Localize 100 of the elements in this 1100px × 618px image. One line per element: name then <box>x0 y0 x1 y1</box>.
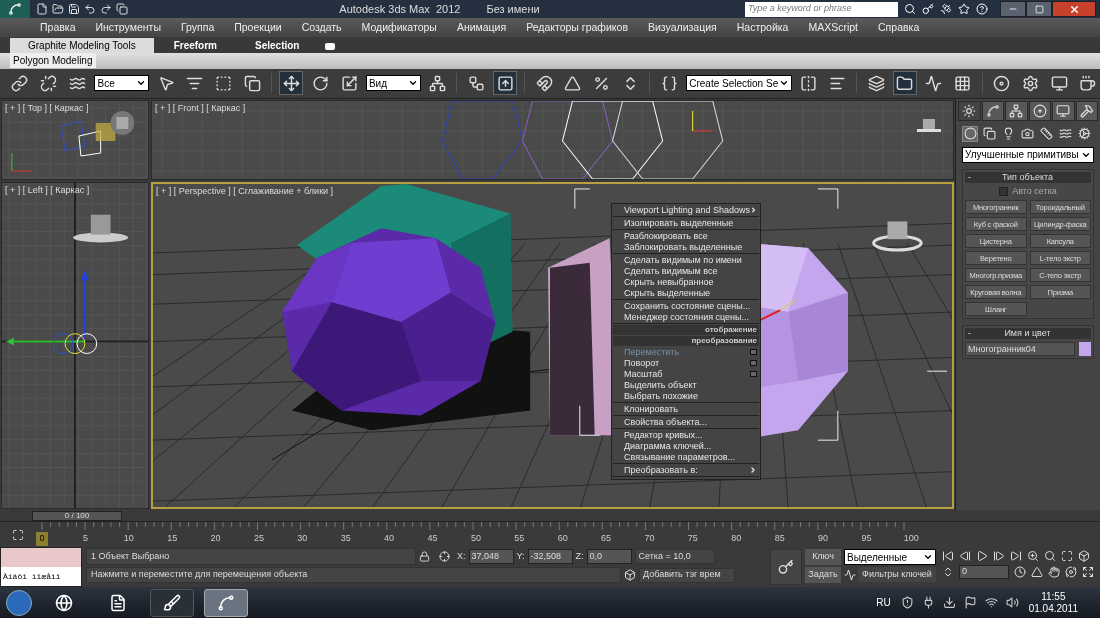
star-icon[interactable] <box>958 3 970 15</box>
coordinate-field[interactable]: -32,508 <box>527 549 573 565</box>
viewport[interactable]: [ + ] [ Front ] [ Каркас ] <box>151 99 954 180</box>
previous-frame-icon[interactable] <box>959 550 971 563</box>
context-menu-item[interactable]: Разблокировать все <box>613 230 759 242</box>
context-menu-item[interactable]: Сохранить состояние сцены... <box>613 300 759 312</box>
ribbon-tab[interactable]: Selection <box>237 37 318 53</box>
context-menu-item[interactable]: Редактор кривых... <box>613 429 759 441</box>
options-box-icon[interactable] <box>750 360 757 367</box>
zoom-extents-all-icon[interactable] <box>1078 550 1090 563</box>
menu-item[interactable]: Инструменты <box>95 19 161 36</box>
viewport[interactable]: [ + ] [ Top ] [ Каркас ] <box>1 99 149 180</box>
language-indicator[interactable]: RU <box>876 595 891 611</box>
volume-icon[interactable] <box>1005 596 1019 610</box>
key-mode-icon[interactable] <box>942 566 954 579</box>
menu-item[interactable]: Правка <box>40 19 76 36</box>
help-icon[interactable] <box>976 3 988 15</box>
rollout-header[interactable]: - Имя и цвет <box>965 328 1091 340</box>
object-name-field[interactable]: Многогранник04 <box>965 342 1075 357</box>
command-panel-tab[interactable] <box>1005 100 1028 121</box>
command-panel-tab[interactable] <box>981 100 1004 121</box>
viewport-label[interactable]: [ + ] [ Perspective ] [ Сглаживание + блики ] <box>156 184 334 199</box>
context-menu-item[interactable]: Диаграмма ключей... <box>613 440 759 452</box>
tangent-icon[interactable] <box>844 568 856 581</box>
context-menu-item[interactable]: Viewport Lighting and Shadows <box>613 204 759 216</box>
go-to-end-icon[interactable] <box>1010 550 1022 563</box>
zoom-icon[interactable] <box>1027 550 1039 563</box>
add-time-tag-button[interactable]: Добавить тэг врем <box>639 567 735 583</box>
menu-item[interactable]: Настройка <box>736 19 789 36</box>
cube-icon[interactable] <box>624 569 636 582</box>
current-frame-field[interactable]: 0 <box>959 565 1009 580</box>
zoom-all-icon[interactable] <box>1044 550 1056 563</box>
context-menu-item[interactable]: Скрыть выделенные <box>613 287 759 299</box>
menu-item[interactable]: Группа <box>180 19 215 36</box>
dropdown[interactable]: Вид <box>365 75 421 92</box>
key-icon[interactable] <box>922 3 934 15</box>
dropdown[interactable]: Create Selection Se <box>686 75 792 92</box>
context-menu-item[interactable]: Сделать видимым по имени <box>613 254 759 266</box>
taskbar-app-button[interactable] <box>204 588 248 617</box>
toolbar-button[interactable] <box>279 71 304 96</box>
context-menu-item[interactable]: Масштаб <box>613 368 759 380</box>
lock-icon[interactable] <box>419 551 430 563</box>
menu-item[interactable]: Анимация <box>456 19 507 36</box>
color-swatch[interactable] <box>1079 342 1091 357</box>
viewport-label[interactable]: [ + ] [ Front ] [ Каркас ] <box>155 101 246 116</box>
set-key-mode-button[interactable] <box>770 549 802 586</box>
context-menu-item[interactable]: Свойства объекта... <box>613 416 759 428</box>
maximize-button[interactable] <box>1026 1 1052 17</box>
next-frame-icon[interactable] <box>993 550 1005 563</box>
context-menu-item[interactable]: Выделить объект <box>613 379 759 391</box>
shield-icon[interactable] <box>900 596 914 610</box>
app-logo-button[interactable] <box>0 0 30 18</box>
minimize-button[interactable] <box>1000 1 1026 17</box>
taskbar-app-button[interactable] <box>150 588 194 617</box>
viewport[interactable]: [ + ] [ Left ] [ Каркас ] <box>1 181 149 510</box>
play-icon[interactable] <box>976 550 988 563</box>
menu-item[interactable]: Модификаторы <box>361 19 437 36</box>
context-menu-item[interactable]: Скрыть невыбранное <box>613 276 759 288</box>
command-panel-tab[interactable] <box>1028 100 1051 121</box>
new-file-icon[interactable] <box>36 3 48 15</box>
ribbon-tab[interactable]: Freeform <box>155 37 235 53</box>
absolute-mode-icon[interactable] <box>439 551 450 563</box>
orbit-icon[interactable] <box>1065 566 1077 579</box>
redo-icon[interactable] <box>100 3 112 15</box>
auto-key-button[interactable]: Ключ <box>805 549 841 566</box>
rollout-header[interactable]: - Тип объекта <box>965 171 1091 183</box>
context-menu-item[interactable]: Изолировать выделенные <box>613 217 759 229</box>
clock[interactable]: 11:55 01.04.2011 <box>1028 590 1078 615</box>
dropdown[interactable]: Выделенные <box>844 549 936 566</box>
context-menu-item[interactable]: Преобразовать в: <box>613 464 759 476</box>
context-menu-item[interactable]: Менеджер состояния сцены... <box>613 311 759 323</box>
ribbon-tab[interactable]: Graphite Modeling Tools <box>10 37 154 53</box>
start-button[interactable] <box>6 589 32 616</box>
flag-icon[interactable] <box>963 596 977 610</box>
dropdown[interactable]: Все <box>94 75 150 92</box>
context-menu-item[interactable]: Связывание параметров... <box>613 451 759 463</box>
save-icon[interactable] <box>68 3 80 15</box>
toolbar-button[interactable] <box>893 71 917 96</box>
track-bar-icon[interactable] <box>12 528 24 541</box>
viewport-label[interactable]: [ + ] [ Top ] [ Каркас ] <box>5 101 89 116</box>
maximize-viewport-icon[interactable] <box>1082 566 1094 579</box>
checkbox[interactable] <box>999 187 1009 197</box>
go-to-start-icon[interactable] <box>942 550 954 563</box>
context-menu-item[interactable]: Поворот <box>613 357 759 369</box>
undo-icon[interactable] <box>84 3 96 15</box>
category-button[interactable] <box>981 125 997 142</box>
context-menu-item[interactable]: Выбрать похожие <box>613 390 759 402</box>
context-menu-item[interactable]: Клонировать <box>613 403 759 415</box>
menu-item[interactable]: Редакторы графиков <box>526 19 628 36</box>
coordinate-field[interactable]: 37,048 <box>468 549 514 565</box>
ribbon-minimize-button[interactable] <box>325 42 336 50</box>
context-menu-item[interactable]: Заблокировать выделенные <box>613 241 759 253</box>
set-key-button[interactable]: Задать <box>805 567 841 584</box>
zoom-extents-icon[interactable] <box>1061 550 1073 563</box>
context-menu-item[interactable]: Сделать видимым все <box>613 265 759 277</box>
satellite-icon[interactable] <box>940 3 952 15</box>
menu-item[interactable]: Создать <box>301 19 342 36</box>
network-icon[interactable] <box>984 596 998 610</box>
toolbar-button[interactable] <box>493 71 518 96</box>
pan-icon[interactable] <box>1048 566 1060 579</box>
